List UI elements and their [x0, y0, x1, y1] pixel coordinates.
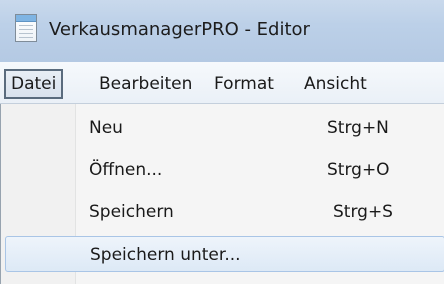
title-bar[interactable]: VerkausmanagerPRO - Editor — [0, 0, 444, 62]
menu-item-label: Neu — [89, 118, 123, 138]
menu-item-shortcut: Strg+N — [327, 118, 389, 138]
menu-item-label: Speichern unter... — [90, 245, 241, 265]
menu-item-shortcut: Strg+O — [327, 160, 390, 180]
menu-item-neu[interactable]: Neu Strg+N — [7, 110, 444, 146]
file-menu-dropdown: Neu Strg+N Öffnen... Strg+O Speichern St… — [0, 104, 444, 284]
menu-item-oeffnen[interactable]: Öffnen... Strg+O — [7, 152, 444, 188]
menu-bearbeiten[interactable]: Bearbeiten — [99, 69, 192, 99]
menu-item-shortcut: Strg+S — [333, 202, 393, 222]
notepad-icon — [15, 14, 37, 42]
window-title: VerkausmanagerPRO - Editor — [49, 19, 310, 40]
menu-item-speichern-unter[interactable]: Speichern unter... — [5, 236, 444, 272]
menu-bar: Datei Bearbeiten Format Ansicht — [0, 62, 444, 104]
menu-item-label: Speichern — [89, 202, 174, 222]
menu-item-label: Öffnen... — [89, 160, 163, 180]
menu-item-speichern[interactable]: Speichern Strg+S — [7, 194, 444, 230]
menu-datei[interactable]: Datei — [4, 69, 64, 99]
menu-format[interactable]: Format — [214, 69, 274, 99]
menu-ansicht[interactable]: Ansicht — [304, 69, 367, 99]
editor-window: VerkausmanagerPRO - Editor Datei Bearbei… — [0, 0, 444, 284]
